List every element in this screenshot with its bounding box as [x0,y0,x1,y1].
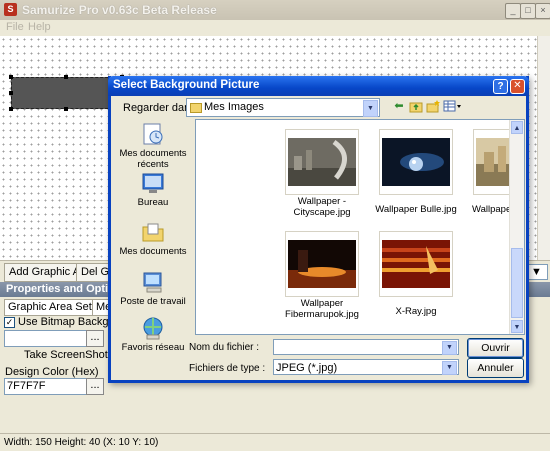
resize-handle[interactable] [64,107,68,111]
image-preview [382,240,450,288]
scroll-up-icon[interactable]: ▲ [511,121,523,134]
back-arrow-icon[interactable]: ⬅ [392,99,406,113]
desktop-icon [141,171,165,195]
file-name: Wallpaper Bulle.jpg [375,204,457,215]
thumbnail-frame [379,129,453,195]
dialog-title: Select Background Picture [113,79,260,91]
resize-handle[interactable] [9,107,13,111]
resize-handle[interactable] [9,91,13,95]
color-picker-button[interactable]: ... [86,378,104,395]
dialog-titlebar: Select Background Picture ? ✕ [108,76,529,96]
recent-documents-icon [141,122,165,146]
bitmap-path-input[interactable] [4,330,88,347]
chevron-down-icon[interactable]: ▼ [442,361,457,375]
chevron-down-icon[interactable]: ▼ [442,341,457,355]
toolbar-dropdown[interactable]: ▼ [528,264,548,280]
main-titlebar: S Samurize Pro v0.63c Beta Release _ □ × [0,0,550,21]
minimize-button[interactable]: _ [505,3,521,19]
canvas-scrollbar[interactable] [537,36,550,260]
select-background-dialog: Select Background Picture ? ✕ Regarder d… [108,76,529,383]
lookin-value: Mes Images [204,101,264,113]
graphic-area[interactable] [11,77,123,109]
close-button[interactable]: × [535,3,550,19]
scroll-down-icon[interactable]: ▼ [511,320,523,333]
menubar: File Help [0,20,550,36]
file-list[interactable]: Wallpaper - Cityscape.jpg Wallpaper Bull… [195,119,525,335]
menu-help[interactable]: Help [28,21,51,33]
status-bar: Width: 150 Height: 40 (X: 10 Y: 10) [0,433,550,451]
resize-handle[interactable] [9,75,13,79]
lookin-dropdown[interactable]: Mes Images ▼ [186,98,380,117]
open-button[interactable]: Ouvrir [467,338,524,358]
my-documents-icon [141,220,165,244]
image-preview [288,240,356,288]
scroll-thumb[interactable] [511,248,523,318]
checkbox-check-icon: ✓ [4,316,15,328]
place-my-documents[interactable]: Mes documents [116,220,190,257]
place-desktop[interactable]: Bureau [116,171,190,208]
place-my-computer[interactable]: Poste de travail [116,270,190,307]
my-computer-icon [141,270,165,294]
design-color-label: Design Color (Hex) [5,366,99,378]
image-preview [382,138,450,186]
thumbnail-frame [285,129,359,195]
folder-icon [190,103,202,113]
file-name: X-Ray.jpg [395,306,437,317]
file-list-scrollbar[interactable]: ▲ ▼ [509,120,524,334]
places-bar: Mes documents récents Bureau Mes documen… [116,118,190,353]
network-places-icon [141,316,165,340]
filetype-select[interactable]: JPEG (*.jpg) ▼ [273,359,459,375]
filetype-value: JPEG (*.jpg) [276,362,338,374]
up-folder-icon[interactable] [409,99,423,113]
maximize-button[interactable]: □ [520,3,536,19]
browse-bitmap-button[interactable]: ... [86,330,104,347]
place-network-places[interactable]: Favoris réseau [116,316,190,353]
resize-handle[interactable] [64,75,68,79]
dialog-close-button[interactable]: ✕ [510,79,525,94]
place-recent-documents[interactable]: Mes documents récents [116,122,190,170]
design-color-input[interactable]: 7F7F7F [4,378,88,395]
view-menu-icon[interactable] [443,99,463,113]
window-title: Samurize Pro v0.63c Beta Release [22,3,217,17]
file-name: Wallpaper Fibermarupok.jpg [285,298,359,320]
thumbnail-frame [285,231,359,297]
filename-input[interactable]: ▼ [273,339,459,355]
filetype-label: Fichiers de type : [189,363,266,374]
new-folder-icon[interactable] [426,99,440,113]
cancel-button[interactable]: Annuler [467,358,524,378]
app-icon: S [4,3,17,16]
file-name: Wallpaper - Cityscape.jpg [293,196,351,218]
filename-label: Nom du fichier : [189,342,260,353]
image-preview [288,138,356,186]
take-screenshot-button[interactable]: Take ScreenShot [24,349,108,361]
help-button[interactable]: ? [493,79,508,94]
thumbnail-frame [379,231,453,297]
menu-file[interactable]: File [6,21,24,33]
chevron-down-icon[interactable]: ▼ [363,100,378,117]
